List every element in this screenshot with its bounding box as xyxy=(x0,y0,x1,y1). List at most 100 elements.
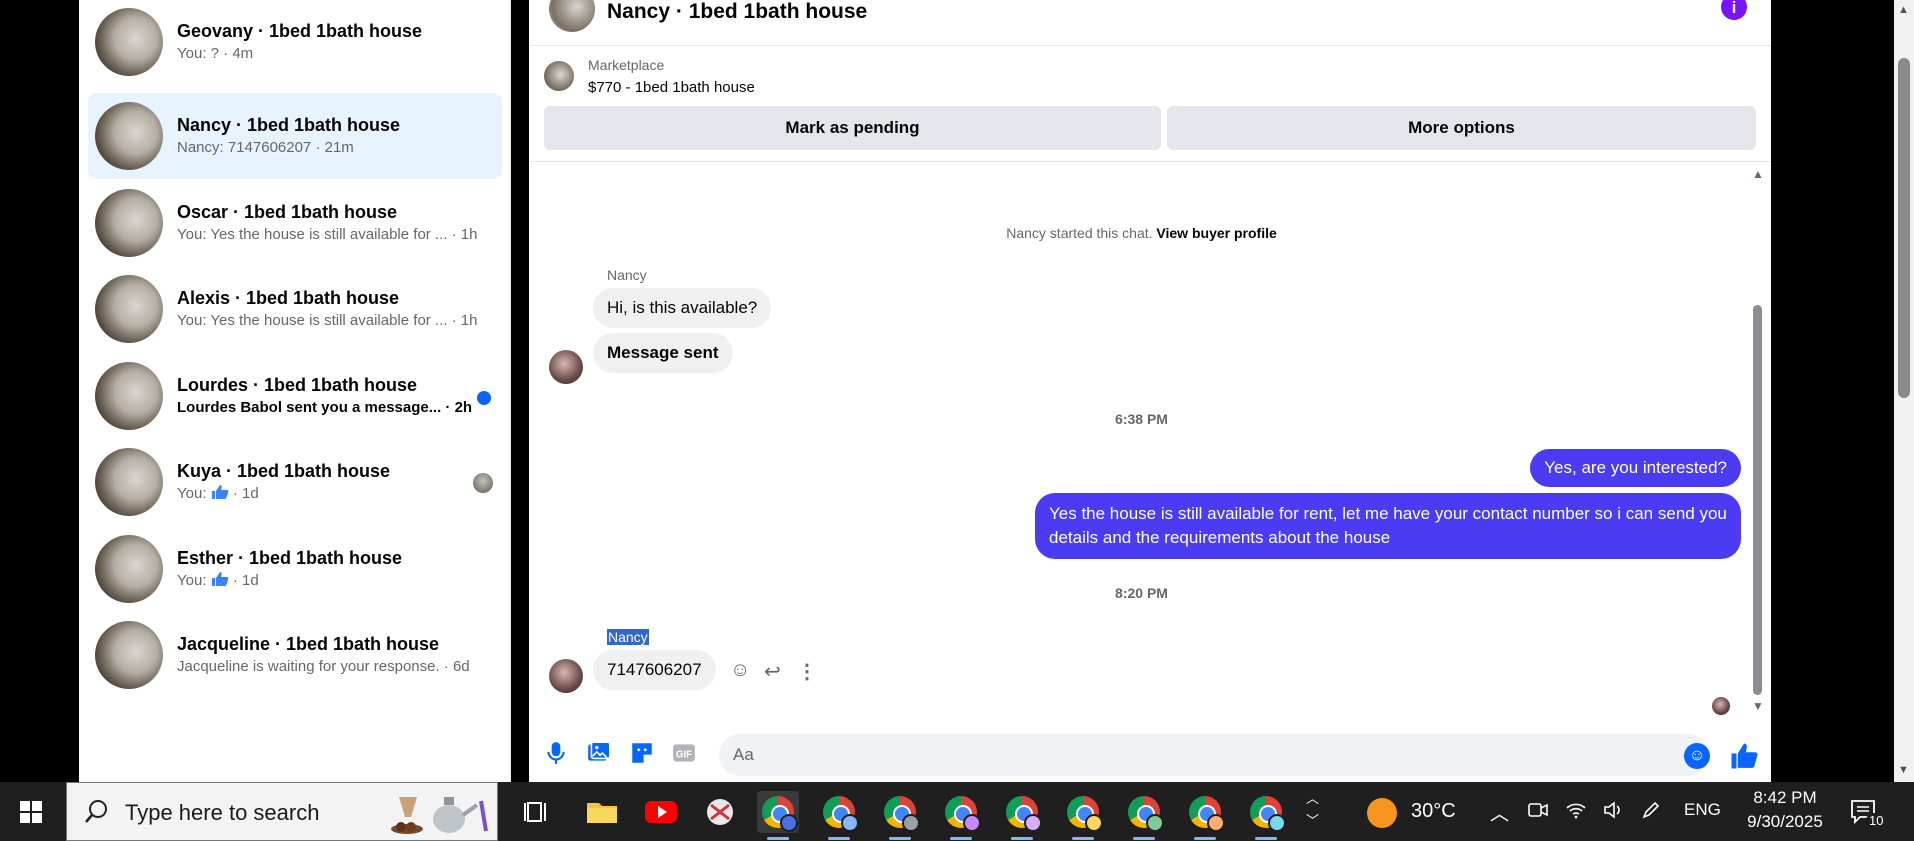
read-receipt-avatar xyxy=(473,473,493,493)
conversation-list: Geovany · 1bed 1bath house You: ? · 4m N… xyxy=(79,0,511,782)
temperature[interactable]: 30°C xyxy=(1411,800,1456,823)
gif-icon[interactable]: GIF xyxy=(671,740,697,766)
taskbar-search[interactable]: Type here to search xyxy=(66,782,498,841)
react-icon[interactable]: ☺ xyxy=(730,659,750,682)
meet-now-icon[interactable] xyxy=(1527,799,1549,821)
incoming-message[interactable]: Message sent xyxy=(593,333,733,373)
search-highlight-image xyxy=(391,797,488,834)
view-buyer-profile-link[interactable]: View buyer profile xyxy=(1156,225,1276,241)
pen-icon[interactable] xyxy=(1640,799,1662,821)
avatar xyxy=(95,189,163,257)
chrome-profile-3-icon[interactable] xyxy=(879,791,921,840)
chrome-profile-8-icon[interactable] xyxy=(1184,791,1226,840)
avatar xyxy=(95,8,163,76)
conversation-preview: Nancy: 7147606207 · 21m xyxy=(177,139,354,156)
info-icon[interactable]: i xyxy=(1721,0,1747,20)
message-thread: Nancy started this chat. View buyer prof… xyxy=(529,163,1771,723)
svg-text:GIF: GIF xyxy=(676,749,692,760)
sticker-icon[interactable] xyxy=(629,740,655,766)
chrome-profile-6-icon[interactable] xyxy=(1062,791,1104,840)
conversation-preview: Lourdes Babol sent you a message... · 2h xyxy=(177,399,473,416)
conversation-name: Jacqueline · 1bed 1bath house xyxy=(177,634,440,654)
scrollbar-thumb[interactable] xyxy=(1898,58,1910,398)
file-explorer-icon[interactable] xyxy=(581,791,623,833)
avatar[interactable] xyxy=(549,0,595,32)
scroll-down-arrow-icon[interactable]: ▼ xyxy=(1752,699,1764,713)
conversation-item[interactable]: Geovany · 1bed 1bath house You: ? · 4m xyxy=(88,0,502,85)
incoming-message[interactable]: 7147606207 xyxy=(593,650,716,690)
conversation-item-active[interactable]: Nancy · 1bed 1bath house Nancy: 71476062… xyxy=(88,93,502,179)
conversation-item[interactable]: Oscar · 1bed 1bath house You: Yes the ho… xyxy=(88,180,502,266)
conversation-name: Lourdes · 1bed 1bath house xyxy=(177,375,418,395)
seen-avatar xyxy=(1712,697,1730,715)
chrome-profile-1-icon[interactable] xyxy=(757,791,799,840)
unread-dot xyxy=(477,391,491,405)
scroll-up-arrow-icon[interactable]: ▲ xyxy=(1752,167,1764,181)
listing-thumbnail[interactable] xyxy=(544,61,574,91)
conversation-preview: You: Yes the house is still available fo… xyxy=(177,226,477,243)
outgoing-message[interactable]: Yes, are you interested? xyxy=(1530,449,1741,487)
conversation-item[interactable]: Esther · 1bed 1bath house You: · 1d xyxy=(88,526,502,612)
timestamp-separator: 6:38 PM xyxy=(1115,411,1168,427)
listing-title[interactable]: $770 - 1bed 1bath house xyxy=(588,79,755,96)
conversation-item[interactable]: Alexis · 1bed 1bath house You: Yes the h… xyxy=(88,266,502,352)
avatar xyxy=(95,275,163,343)
snipping-tool-icon[interactable] xyxy=(699,791,741,833)
timestamp-separator: 8:20 PM xyxy=(1115,585,1168,601)
outgoing-message[interactable]: Yes the house is still available for ren… xyxy=(1035,493,1741,559)
start-button[interactable] xyxy=(0,782,62,841)
chrome-profile-9-icon[interactable] xyxy=(1245,791,1287,840)
chrome-profile-2-icon[interactable] xyxy=(818,791,860,840)
avatar xyxy=(95,535,163,603)
language-indicator[interactable]: ENG xyxy=(1684,800,1721,820)
preview-suffix: · 1d xyxy=(232,485,259,502)
scroll-down-arrow-icon[interactable]: ▼ xyxy=(1898,764,1909,776)
message-input[interactable] xyxy=(719,734,1709,776)
clock[interactable]: 8:42 PM 9/30/2025 xyxy=(1740,786,1830,834)
page-scrollbar[interactable]: ▲ ▼ xyxy=(1894,0,1914,782)
show-hidden-icons-icon[interactable]: ︿ xyxy=(1490,799,1509,826)
weather-icon[interactable] xyxy=(1367,798,1397,828)
screen: Geovany · 1bed 1bath house You: ? · 4m N… xyxy=(0,0,1914,841)
composer: GIF ☺ xyxy=(529,728,1771,782)
avatar[interactable] xyxy=(549,659,583,693)
avatar xyxy=(95,448,163,516)
chrome-profile-4-icon[interactable] xyxy=(940,791,982,840)
volume-icon[interactable] xyxy=(1602,799,1624,821)
scroll-up-arrow-icon[interactable]: ▲ xyxy=(1898,4,1909,16)
started-text: Nancy started this chat. xyxy=(1006,225,1153,241)
conversation-item[interactable]: Jacqueline · 1bed 1bath house Jacqueline… xyxy=(88,612,502,698)
avatar[interactable] xyxy=(549,350,583,384)
emoji-icon[interactable]: ☺ xyxy=(1684,743,1710,769)
sender-name: Nancy xyxy=(607,267,647,283)
chrome-profile-5-icon[interactable] xyxy=(1001,791,1043,840)
clock-date: 9/30/2025 xyxy=(1747,812,1823,831)
preview-prefix: You: xyxy=(177,485,207,502)
microphone-icon[interactable] xyxy=(543,740,569,766)
chat-panel: Nancy · 1bed 1bath house i Marketplace $… xyxy=(529,0,1771,782)
chat-title[interactable]: Nancy · 1bed 1bath house xyxy=(607,0,867,24)
chat-scrollbar[interactable]: ▲ ▼ xyxy=(1750,167,1766,715)
wifi-icon[interactable] xyxy=(1565,799,1587,821)
avatar xyxy=(95,102,163,170)
thumbs-up-icon xyxy=(211,485,229,499)
conversation-preview: You: Yes the house is still available fo… xyxy=(177,312,477,329)
listing-source: Marketplace xyxy=(588,57,665,73)
windows-logo-icon xyxy=(20,801,42,823)
reply-icon[interactable]: ↩ xyxy=(764,659,781,684)
conversation-item[interactable]: Lourdes · 1bed 1bath house Lourdes Babol… xyxy=(88,353,502,439)
more-options-button[interactable]: More options xyxy=(1167,106,1756,150)
chat-started-note: Nancy started this chat. View buyer prof… xyxy=(529,225,1754,241)
scrollbar-thumb[interactable] xyxy=(1753,305,1762,695)
incoming-message[interactable]: Hi, is this available? xyxy=(593,288,772,328)
more-actions-icon[interactable]: ⋮ xyxy=(797,659,817,684)
thumbs-up-icon[interactable] xyxy=(1729,741,1759,771)
chat-header: Nancy · 1bed 1bath house i xyxy=(529,0,1771,46)
task-view-icon[interactable] xyxy=(516,791,558,833)
conversation-item[interactable]: Kuya · 1bed 1bath house You: · 1d xyxy=(88,439,502,525)
photo-icon[interactable] xyxy=(586,740,612,766)
conversation-name: Geovany · 1bed 1bath house xyxy=(177,21,423,41)
youtube-icon[interactable] xyxy=(640,791,682,833)
chrome-profile-7-icon[interactable] xyxy=(1123,791,1165,840)
mark-as-pending-button[interactable]: Mark as pending xyxy=(544,106,1161,150)
